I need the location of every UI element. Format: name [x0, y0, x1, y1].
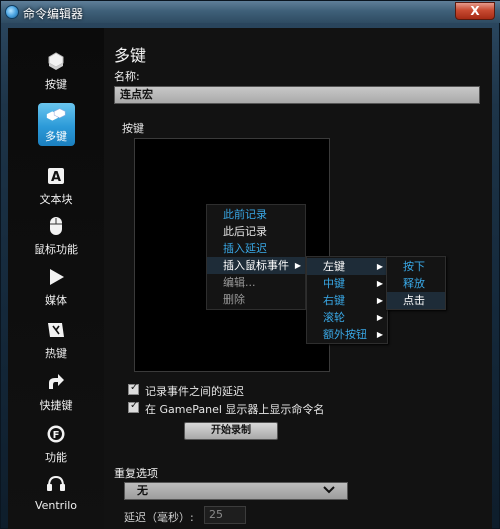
keycap-icon [45, 50, 67, 72]
repeat-options-label: 重复选项 [114, 467, 158, 480]
button-action-submenu: 按下 释放 点击 [386, 256, 446, 310]
sidebar-item-label: 媒体 [45, 294, 67, 307]
sidebar-item-keystroke[interactable]: 按键 [8, 46, 104, 94]
delay-input[interactable]: 25 [204, 506, 246, 524]
submenu-arrow-icon: ▶ [376, 279, 383, 288]
start-record-button[interactable]: 开始录制 [184, 422, 278, 440]
menu-item-label: 滚轮 [323, 311, 345, 324]
sidebar-item-label: Ventrilo [34, 499, 78, 512]
svg-text:F: F [53, 430, 60, 441]
record-delay-label: 记录事件之间的延迟 [145, 385, 244, 398]
play-icon [45, 266, 67, 288]
sidebar-item-multikey[interactable]: 多键 [8, 103, 104, 151]
app-icon [5, 5, 19, 19]
svg-text:A: A [51, 170, 61, 185]
checkmark-icon: ✓ [130, 400, 139, 411]
repeat-selected-value: 无 [137, 484, 148, 497]
submenu-item-right-button[interactable]: 右键 ▶ [307, 292, 387, 309]
hotkey-icon [45, 319, 67, 341]
sidebar-item-shortcut[interactable]: 快捷键 [8, 367, 104, 415]
submenu-item-press[interactable]: 按下 [387, 258, 445, 275]
shortcut-arrow-icon [45, 371, 67, 393]
submenu-item-release[interactable]: 释放 [387, 275, 445, 292]
sidebar-item-label: 多键 [45, 130, 67, 143]
chevron-down-icon [323, 485, 335, 499]
gamepanel-checkbox[interactable]: ✓ [128, 400, 139, 413]
text-block-icon: A [45, 165, 67, 187]
sidebar-item-mouse[interactable]: 鼠标功能 [8, 211, 104, 259]
sidebar-item-label: 快捷键 [39, 399, 73, 412]
multi-key-icon [45, 105, 67, 127]
sidebar-item-ventrilo[interactable]: Ventrilo [8, 469, 104, 517]
menu-item-label: 插入鼠标事件 [223, 259, 289, 272]
record-delay-checkbox[interactable]: ✓ [128, 382, 139, 395]
mouse-icon [45, 215, 67, 237]
submenu-item-left-button[interactable]: 左键 ▶ [307, 258, 387, 275]
checkmark-icon: ✓ [130, 382, 139, 393]
function-icon: F [45, 423, 67, 445]
name-input[interactable]: 连点宏 [114, 86, 480, 104]
headset-icon [45, 473, 67, 495]
submenu-item-click[interactable]: 点击 [387, 292, 445, 309]
submenu-item-wheel[interactable]: 滚轮 ▶ [307, 309, 387, 326]
submenu-item-extra-buttons[interactable]: 额外按钮 ▶ [307, 326, 387, 343]
submenu-arrow-icon: ▶ [294, 261, 301, 270]
menu-item-edit[interactable]: 编辑... [207, 274, 305, 291]
context-menu: 此前记录 此后记录 插入延迟 插入鼠标事件 ▶ 编辑... 删除 [206, 204, 306, 310]
name-label: 名称: [114, 70, 140, 83]
page-title: 多键 [114, 46, 147, 65]
menu-item-label: 左键 [323, 260, 345, 273]
sidebar-item-text-block[interactable]: A 文本块 [8, 161, 104, 209]
submenu-arrow-icon: ▶ [376, 296, 383, 305]
window-title: 命令编辑器 [23, 7, 84, 21]
submenu-arrow-icon: ▶ [376, 330, 383, 339]
menu-item-record-before[interactable]: 此前记录 [207, 206, 305, 223]
title-bar[interactable]: 命令编辑器 X [1, 1, 500, 23]
keys-label: 按键 [122, 122, 144, 135]
sidebar-item-label: 按键 [45, 78, 67, 91]
menu-item-insert-mouse-event[interactable]: 插入鼠标事件 ▶ [207, 257, 305, 274]
sidebar-item-label: 文本块 [39, 193, 73, 206]
repeat-select[interactable]: 无 [124, 482, 348, 500]
menu-item-delete[interactable]: 删除 [207, 291, 305, 308]
sidebar-item-label: 热键 [45, 347, 67, 360]
sidebar-item-label: 功能 [45, 451, 67, 464]
menu-item-label: 右键 [323, 294, 345, 307]
menu-item-label: 额外按钮 [323, 328, 367, 341]
submenu-item-middle-button[interactable]: 中键 ▶ [307, 275, 387, 292]
menu-item-insert-delay[interactable]: 插入延迟 [207, 240, 305, 257]
sidebar-item-function[interactable]: F 功能 [8, 419, 104, 467]
submenu-arrow-icon: ▶ [376, 313, 383, 322]
submenu-arrow-icon: ▶ [376, 262, 383, 271]
sidebar-item-hotkey[interactable]: 热键 [8, 315, 104, 363]
sidebar-item-media[interactable]: 媒体 [8, 262, 104, 310]
close-button[interactable]: X [455, 2, 495, 20]
sidebar-item-label: 鼠标功能 [34, 243, 78, 256]
mouse-button-submenu: 左键 ▶ 中键 ▶ 右键 ▶ 滚轮 ▶ 额外按钮 ▶ [306, 256, 388, 344]
delay-label: 延迟（毫秒）: [124, 511, 194, 524]
menu-item-record-after[interactable]: 此后记录 [207, 223, 305, 240]
gamepanel-label: 在 GamePanel 显示器上显示命令名 [145, 403, 325, 416]
sidebar: 按键 多键 A 文本块 鼠标功能 媒体 热键 快捷键 F 功能 Ventrilo [8, 28, 104, 529]
menu-item-label: 中键 [323, 277, 345, 290]
